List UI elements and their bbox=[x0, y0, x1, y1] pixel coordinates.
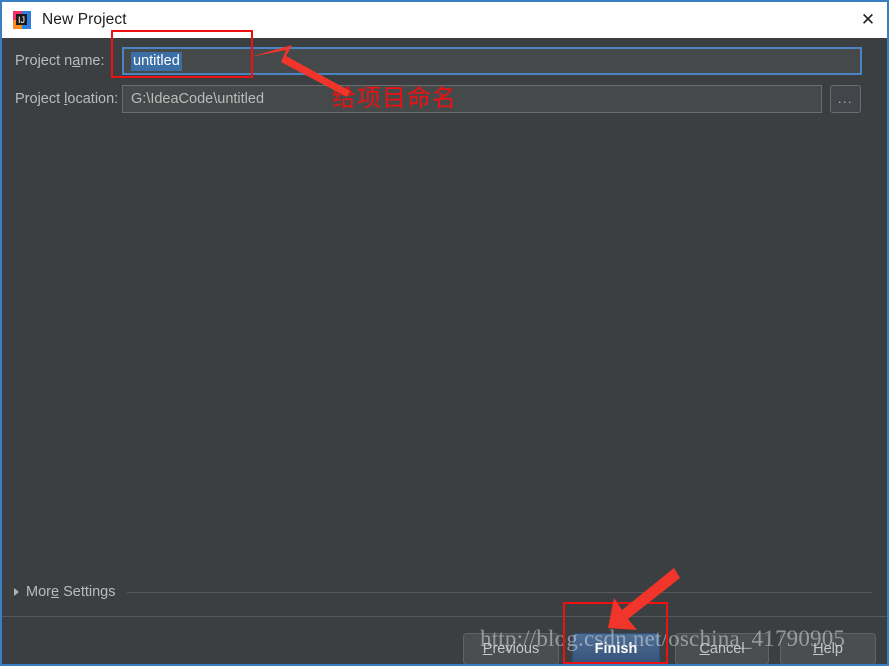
more-settings-label: More Settings bbox=[26, 584, 115, 600]
project-location-value: G:\IdeaCode\untitled bbox=[131, 91, 264, 107]
project-location-input[interactable]: G:\IdeaCode\untitled bbox=[122, 85, 822, 113]
annotation-note: 给项目命名 bbox=[332, 78, 457, 113]
window-title: New Project bbox=[42, 11, 127, 29]
intellij-idea-logo-icon: IJ bbox=[12, 10, 32, 30]
separator-line bbox=[127, 592, 872, 593]
browse-folder-button[interactable]: ... bbox=[830, 85, 861, 113]
ellipsis-icon: ... bbox=[838, 95, 853, 103]
new-project-dialog: IJ New Project ✕ Project name: untitled … bbox=[0, 0, 889, 666]
annotation-box-project-name bbox=[111, 30, 253, 78]
triangle-right-icon bbox=[14, 588, 19, 596]
close-icon[interactable]: ✕ bbox=[845, 2, 889, 38]
svg-text:IJ: IJ bbox=[18, 15, 25, 25]
project-name-label: Project name: bbox=[2, 53, 122, 69]
dialog-content: Project name: untitled Project location:… bbox=[2, 38, 887, 662]
project-location-label: Project location: bbox=[2, 91, 122, 107]
more-settings-expander[interactable]: More Settings bbox=[2, 581, 887, 603]
annotation-box-finish bbox=[563, 602, 668, 664]
